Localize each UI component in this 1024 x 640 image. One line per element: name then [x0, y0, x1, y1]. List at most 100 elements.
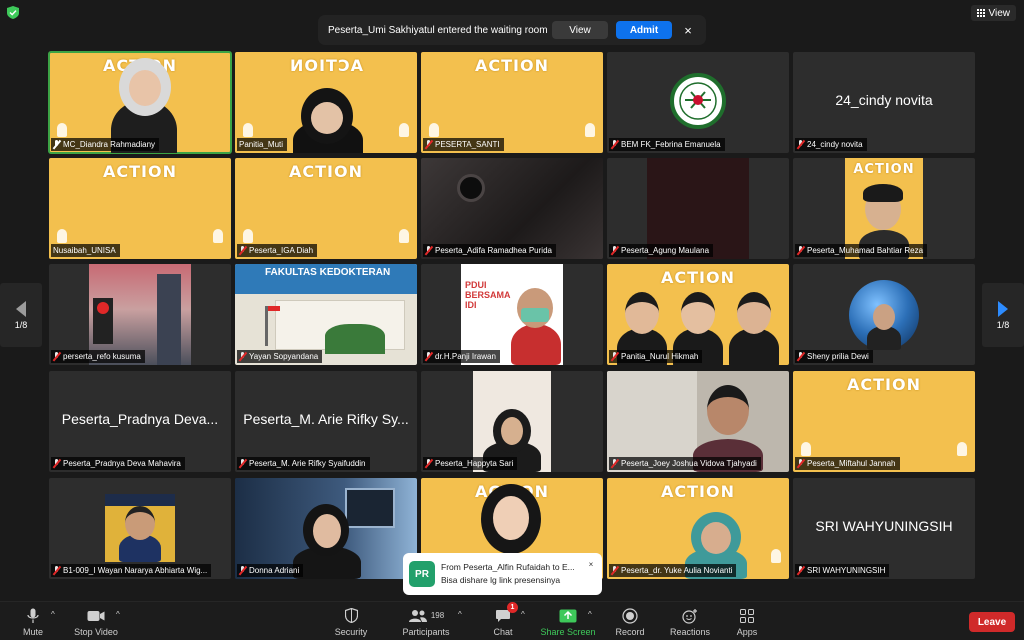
- apps-button[interactable]: Apps: [733, 604, 761, 640]
- video-tile[interactable]: ACTION MC_Diandra Rahmadiany: [48, 51, 232, 154]
- background-text: ACTION: [661, 482, 735, 501]
- video-tile[interactable]: ACTION Peserta_IGA Diah: [235, 158, 417, 259]
- previous-page-button[interactable]: 1/8: [0, 283, 42, 347]
- security-button[interactable]: Security: [330, 604, 372, 640]
- video-tile[interactable]: perserta_refo kusuma: [49, 264, 231, 365]
- video-tile[interactable]: ACTION PESERTA_SANTI: [421, 52, 603, 153]
- mic-muted-icon: [425, 140, 432, 149]
- video-tile[interactable]: BEM FK_Febrina Emanuela: [607, 52, 789, 153]
- mic-muted-icon: [425, 352, 432, 361]
- participants-icon: 198: [408, 608, 444, 624]
- mic-muted-icon: [425, 459, 432, 468]
- participant-display-name: Peserta_M. Arie Rifky Sy...: [243, 411, 409, 427]
- face: [681, 292, 715, 334]
- participant-nameplate: Donna Adriani: [237, 564, 304, 577]
- video-options-caret[interactable]: ^: [116, 610, 120, 619]
- participant-nameplate: PESERTA_SANTI: [423, 138, 504, 151]
- grid-view-icon: [976, 9, 985, 17]
- poster-text: PDUI BERSAMA IDI: [465, 280, 511, 310]
- page-indicator-right: 1/8: [996, 319, 1010, 330]
- video-tile[interactable]: ACTION Panitia_Nurul Hikmah: [607, 264, 789, 365]
- video-tile[interactable]: ACTION Peserta_Muhamad Bahtiar Reza: [793, 158, 975, 259]
- video-tile[interactable]: Peserta_Pradnya Deva... Peserta_Pradnya …: [49, 371, 231, 472]
- admit-button[interactable]: Admit: [616, 21, 672, 39]
- smiley-plus-icon: [682, 608, 698, 624]
- share-options-caret[interactable]: ^: [588, 610, 592, 619]
- chat-button[interactable]: 1 Chat: [487, 601, 519, 640]
- chat-options-caret[interactable]: ^: [521, 610, 525, 619]
- shield-check-icon[interactable]: [7, 6, 19, 19]
- participant-nameplate: Peserta_IGA Diah: [237, 244, 318, 257]
- participant-display-name: Peserta_Pradnya Deva...: [61, 411, 219, 427]
- participant-name: Peserta_dr. Yuke Aulia Novianti: [621, 566, 733, 575]
- participant-nameplate: Sheny prilia Dewi: [795, 350, 873, 363]
- doodle-decoration: [429, 123, 439, 137]
- next-page-button[interactable]: 1/8: [982, 283, 1024, 347]
- record-button[interactable]: Record: [612, 604, 648, 640]
- building: [157, 274, 181, 365]
- stop-video-button[interactable]: Stop Video: [70, 604, 122, 640]
- participant-nameplate: Peserta_Agung Maulana: [609, 244, 714, 257]
- view-label: View: [988, 7, 1011, 19]
- mic-muted-icon: [239, 566, 246, 575]
- reactions-button[interactable]: Reactions: [668, 604, 712, 640]
- trees: [325, 324, 385, 354]
- participants-button[interactable]: 198 Participants: [398, 604, 454, 640]
- video-tile[interactable]: 24_cindy novita 24_cindy novita: [793, 52, 975, 153]
- mic-muted-icon: [797, 352, 804, 361]
- video-tile[interactable]: ACTION Nusaibah_UNISA: [49, 158, 231, 259]
- bem-logo-icon: [670, 73, 726, 129]
- chat-notification[interactable]: PR From Peserta_Alfin Rufaidah to E... B…: [403, 553, 602, 595]
- video-tile[interactable]: Donna Adriani: [235, 478, 417, 579]
- face: [707, 385, 749, 435]
- participant-name: Peserta_Muhamad Bahtiar Reza: [807, 246, 924, 255]
- view-button[interactable]: View: [970, 5, 1016, 21]
- video-tile[interactable]: Sheny prilia Dewi: [793, 264, 975, 365]
- person-body: [511, 324, 561, 365]
- participant-display-name: SRI WAHYUNINGSIH: [815, 518, 953, 534]
- mute-options-caret[interactable]: ^: [51, 610, 55, 619]
- face-mask: [521, 308, 549, 322]
- leave-button[interactable]: Leave: [969, 612, 1015, 632]
- participant-name: BEM FK_Febrina Emanuela: [621, 140, 721, 149]
- security-label: Security: [334, 626, 368, 637]
- doodle-decoration: [57, 229, 67, 243]
- video-tile[interactable]: Peserta_Joey Joshua Vidova Tjahyadi: [607, 371, 789, 472]
- mic-muted-icon: [797, 140, 804, 149]
- poster-line: PDUI: [465, 280, 487, 290]
- participant-name: Donna Adriani: [249, 566, 300, 575]
- mute-button[interactable]: Mute: [14, 604, 52, 640]
- close-icon[interactable]: ×: [680, 22, 696, 38]
- video-tile[interactable]: Peserta_M. Arie Rifky Sy... Peserta_M. A…: [235, 371, 417, 472]
- video-tile[interactable]: ACTION Peserta_dr. Yuke Aulia Novianti: [607, 478, 789, 579]
- video-tile[interactable]: Peserta_Adifa Ramadhea Purida: [421, 158, 603, 259]
- mic-muted-icon: [239, 246, 246, 255]
- flag: [268, 306, 280, 311]
- video-tile[interactable]: SRI WAHYUNINGSIH SRI WAHYUNINGSIH: [793, 478, 975, 579]
- video-tile[interactable]: ACTION Panitia_Muti: [235, 52, 417, 153]
- participants-options-caret[interactable]: ^: [458, 610, 462, 619]
- notification-view-button[interactable]: View: [552, 21, 608, 39]
- participant-name: Peserta_M. Arie Rifky Syaifuddin: [249, 459, 366, 468]
- video-tile[interactable]: FAKULTAS KEDOKTERAN Yayan Sopyandana: [235, 264, 417, 365]
- mic-muted-icon: [53, 566, 60, 575]
- participant-name: dr.H.Panji Irawan: [435, 352, 496, 361]
- participant-name: MC_Diandra Rahmadiany: [63, 140, 156, 149]
- participant-name: SRI WAHYUNINGSIH: [807, 566, 886, 575]
- participant-name: Peserta_Pradnya Deva Mahavira: [63, 459, 181, 468]
- video-tile[interactable]: Peserta_Agung Maulana: [607, 158, 789, 259]
- background-text: ACTION: [103, 162, 177, 181]
- participant-nameplate: dr.H.Panji Irawan: [423, 350, 500, 363]
- close-icon[interactable]: ×: [586, 559, 596, 569]
- video-tile[interactable]: B1-009_I Wayan Nararya Abhiarta Wig...: [49, 478, 231, 579]
- zoom-meeting-window: View Peserta_Umi Sakhiyatul entered the …: [0, 0, 1024, 640]
- participant-nameplate: Peserta_Miftahul Jannah: [795, 457, 900, 470]
- participant-nameplate: Peserta_Pradnya Deva Mahavira: [51, 457, 185, 470]
- doodle-decoration: [213, 229, 223, 243]
- video-tile[interactable]: ACTION Peserta_Miftahul Jannah: [793, 371, 975, 472]
- video-tile[interactable]: Peserta_Happyta Sari: [421, 371, 603, 472]
- participant-name: Peserta_IGA Diah: [249, 246, 314, 255]
- participant-name: Peserta_Miftahul Jannah: [807, 459, 896, 468]
- security-shield-icon: [344, 608, 358, 624]
- video-tile[interactable]: PDUI BERSAMA IDI dr.H.Panji Irawan: [421, 264, 603, 365]
